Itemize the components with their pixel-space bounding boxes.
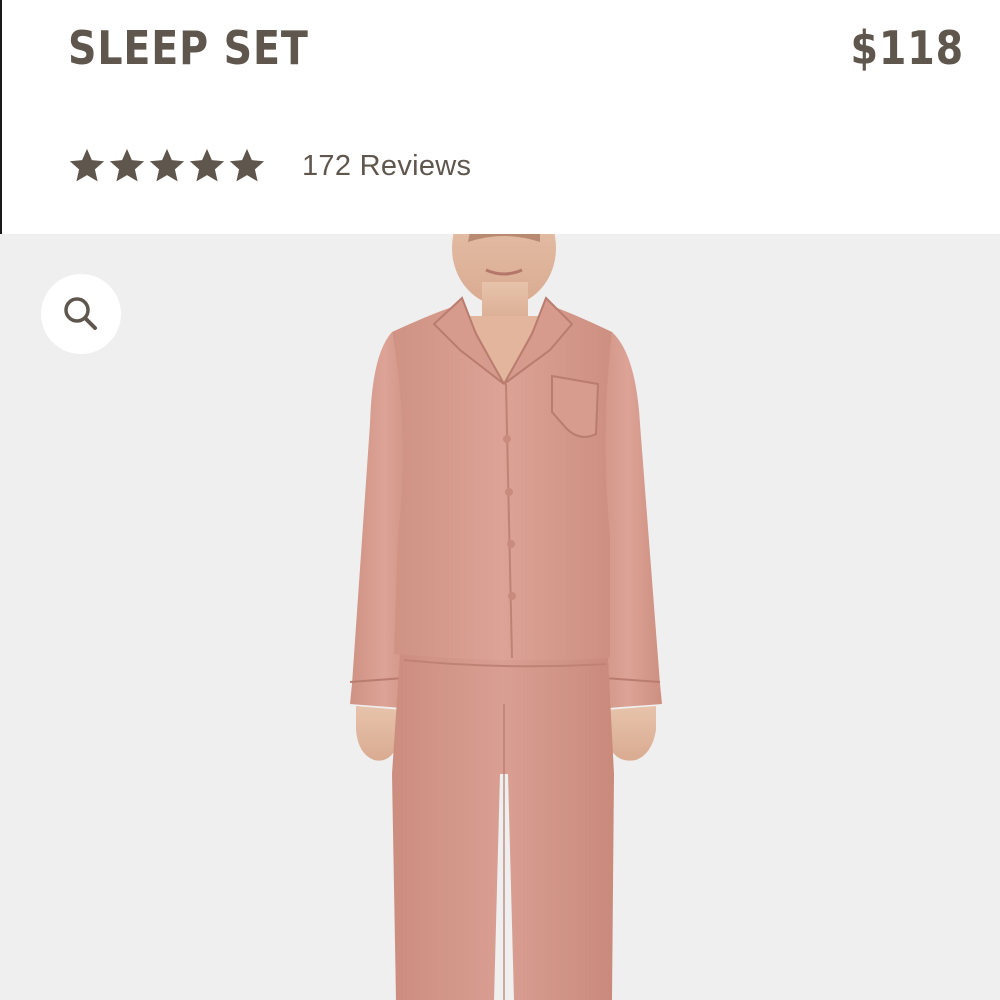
- star-icon: [108, 147, 146, 185]
- search-icon: [64, 297, 97, 330]
- zoom-button[interactable]: [41, 274, 121, 354]
- star-icon: [68, 147, 106, 185]
- product-title: SLEEP SET: [68, 21, 309, 75]
- rating-summary[interactable]: 172 Reviews: [68, 145, 471, 187]
- star-rating: [68, 147, 266, 185]
- reviews-link[interactable]: 172 Reviews: [302, 150, 471, 183]
- product-header: SLEEP SET $118 172 Reviews: [0, 0, 1000, 234]
- product-image[interactable]: [0, 234, 1000, 1000]
- star-icon: [188, 147, 226, 185]
- star-icon: [148, 147, 186, 185]
- left-divider: [0, 0, 2, 234]
- product-price: $118: [850, 21, 964, 75]
- model-photo: [349, 234, 662, 1000]
- product-page: SLEEP SET $118 172 Reviews: [0, 0, 1000, 1000]
- star-icon: [228, 147, 266, 185]
